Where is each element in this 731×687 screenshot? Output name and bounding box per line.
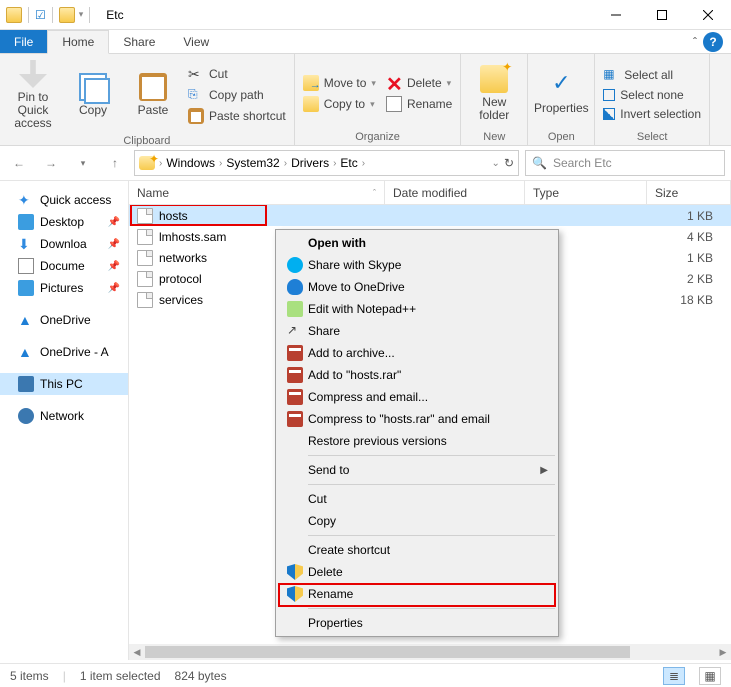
- search-placeholder: Search Etc: [553, 156, 612, 170]
- cut-button[interactable]: ✂Cut: [186, 65, 288, 83]
- nav-downloads[interactable]: ⬇Downloa📌: [0, 233, 128, 255]
- copy-to-button[interactable]: Copy to▾: [301, 95, 378, 113]
- select-none-button[interactable]: Select none: [601, 87, 703, 103]
- breadcrumb-segment[interactable]: Etc: [340, 156, 357, 170]
- menu-copy[interactable]: Copy: [278, 510, 556, 532]
- menu-compress-hosts-email[interactable]: Compress to "hosts.rar" and email: [278, 408, 556, 430]
- status-selected: 1 item selected: [80, 669, 161, 683]
- menu-send-to[interactable]: Send to▶: [278, 459, 556, 481]
- menu-share[interactable]: Share: [278, 320, 556, 342]
- nav-onedrive-a[interactable]: ▲OneDrive - A: [0, 341, 128, 363]
- column-header-size[interactable]: Size: [647, 181, 731, 204]
- nav-up-button[interactable]: ↑: [102, 150, 128, 176]
- menu-add-archive[interactable]: Add to archive...: [278, 342, 556, 364]
- ribbon-tabs: File Home Share View ˆ ?: [0, 30, 731, 54]
- menu-compress-email[interactable]: Compress and email...: [278, 386, 556, 408]
- new-folder-button[interactable]: New folder: [467, 58, 521, 129]
- tab-home[interactable]: Home: [47, 30, 109, 54]
- nav-documents[interactable]: Docume📌: [0, 255, 128, 277]
- menu-edit-notepadpp[interactable]: Edit with Notepad++: [278, 298, 556, 320]
- menu-create-shortcut[interactable]: Create shortcut: [278, 539, 556, 561]
- nav-back-button[interactable]: ←: [6, 150, 32, 176]
- view-large-icons-button[interactable]: ▦: [699, 667, 721, 685]
- menu-properties[interactable]: Properties: [278, 612, 556, 634]
- paste-shortcut-button[interactable]: Paste shortcut: [186, 107, 288, 125]
- invert-selection-button[interactable]: Invert selection: [601, 106, 703, 122]
- status-bytes: 824 bytes: [175, 669, 227, 683]
- search-input[interactable]: 🔍 Search Etc: [525, 150, 725, 176]
- horizontal-scrollbar[interactable]: ◀▶: [129, 644, 731, 660]
- nav-onedrive[interactable]: ▲OneDrive: [0, 309, 128, 331]
- breadcrumb-segment[interactable]: Windows: [166, 156, 215, 170]
- menu-restore-versions[interactable]: Restore previous versions: [278, 430, 556, 452]
- address-bar-row: ← → ▾ ↑ › Windows› System32› Drivers› Et…: [0, 146, 731, 180]
- file-icon: [137, 250, 153, 266]
- menu-add-hosts-rar[interactable]: Add to "hosts.rar": [278, 364, 556, 386]
- file-icon: [137, 229, 153, 245]
- menu-delete[interactable]: Delete: [278, 561, 556, 583]
- file-icon: [137, 292, 153, 308]
- menu-share-skype[interactable]: Share with Skype: [278, 254, 556, 276]
- nav-forward-button[interactable]: →: [38, 150, 64, 176]
- group-label-select: Select: [601, 129, 703, 145]
- menu-open-with[interactable]: Open with: [278, 232, 556, 254]
- paste-button[interactable]: Paste: [126, 58, 180, 133]
- menu-rename[interactable]: Rename: [278, 583, 556, 605]
- close-button[interactable]: [685, 0, 731, 30]
- nav-quick-access[interactable]: ✦Quick access: [0, 189, 128, 211]
- address-bar[interactable]: › Windows› System32› Drivers› Etc› ⌄ ↻: [134, 150, 519, 176]
- refresh-icon[interactable]: ↻: [504, 156, 514, 170]
- nav-desktop[interactable]: Desktop📌: [0, 211, 128, 233]
- qat-properties-icon[interactable]: ☑: [35, 8, 46, 22]
- address-dropdown-icon[interactable]: ⌄: [492, 158, 500, 169]
- copy-button[interactable]: Copy: [66, 58, 120, 133]
- nav-pictures[interactable]: Pictures📌: [0, 277, 128, 299]
- tab-share[interactable]: Share: [109, 30, 169, 53]
- minimize-button[interactable]: [593, 0, 639, 30]
- column-header-name[interactable]: Nameˆ: [129, 181, 385, 204]
- column-header-type[interactable]: Type: [525, 181, 647, 204]
- menu-cut[interactable]: Cut: [278, 488, 556, 510]
- status-bar: 5 items | 1 item selected 824 bytes ≣ ▦: [0, 663, 731, 687]
- copy-path-button[interactable]: ⎘Copy path: [186, 86, 288, 104]
- context-menu: Open with Share with Skype Move to OneDr…: [275, 229, 559, 637]
- nav-network[interactable]: Network: [0, 405, 128, 427]
- qat-folder-icon[interactable]: [59, 7, 75, 23]
- group-label-clipboard: Clipboard: [6, 133, 288, 149]
- move-to-button[interactable]: Move to▾: [301, 74, 378, 92]
- breadcrumb-segment[interactable]: Drivers: [291, 156, 329, 170]
- title-bar: ☑ ▾ Etc: [0, 0, 731, 30]
- rename-button[interactable]: Rename: [384, 95, 454, 113]
- properties-button[interactable]: ✓Properties: [534, 58, 588, 129]
- tab-view[interactable]: View: [169, 30, 223, 53]
- select-all-button[interactable]: ▦Select all: [601, 66, 703, 84]
- nav-this-pc[interactable]: This PC: [0, 373, 128, 395]
- ribbon: Pin to Quick access Copy Paste ✂Cut ⎘Cop…: [0, 54, 731, 146]
- breadcrumb-segment[interactable]: System32: [226, 156, 279, 170]
- file-row[interactable]: hosts 1 KB: [129, 205, 731, 226]
- search-icon: 🔍: [532, 156, 547, 170]
- tab-file[interactable]: File: [0, 30, 47, 53]
- column-headers: Nameˆ Date modified Type Size: [129, 181, 731, 205]
- nav-recent-button[interactable]: ▾: [70, 150, 96, 176]
- pin-to-quick-access-button[interactable]: Pin to Quick access: [6, 58, 60, 133]
- collapse-ribbon-icon[interactable]: ˆ: [693, 35, 697, 49]
- window-title: Etc: [98, 8, 123, 22]
- file-icon: [137, 208, 153, 224]
- maximize-button[interactable]: [639, 0, 685, 30]
- app-icon[interactable]: [6, 7, 22, 23]
- group-label-organize: Organize: [301, 129, 455, 145]
- help-icon[interactable]: ?: [703, 32, 723, 52]
- view-details-button[interactable]: ≣: [663, 667, 685, 685]
- navigation-pane[interactable]: ✦Quick access Desktop📌 ⬇Downloa📌 Docume📌…: [0, 180, 128, 660]
- group-label-new: New: [467, 129, 521, 145]
- quick-access-toolbar: ☑ ▾: [0, 7, 98, 23]
- group-label-open: Open: [534, 129, 588, 145]
- folder-icon: [139, 156, 155, 170]
- delete-button[interactable]: ✕Delete▾: [384, 74, 454, 92]
- column-header-date[interactable]: Date modified: [385, 181, 525, 204]
- menu-move-onedrive[interactable]: Move to OneDrive: [278, 276, 556, 298]
- file-icon: [137, 271, 153, 287]
- status-items: 5 items: [10, 669, 49, 683]
